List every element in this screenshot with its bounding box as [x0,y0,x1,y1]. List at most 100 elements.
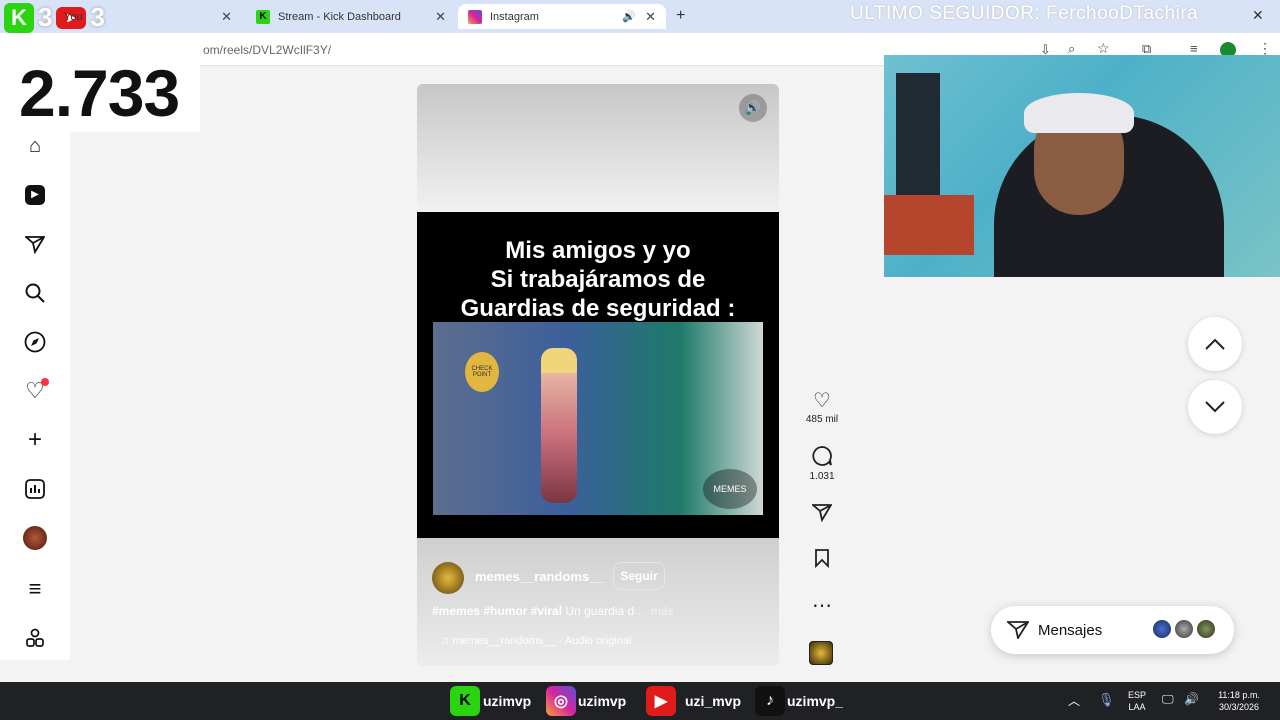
new-tab-button[interactable]: + [676,7,685,25]
reel-video[interactable]: Mis amigos y yo Si trabajáramos de Guard… [417,212,779,538]
search-icon[interactable] [21,279,49,307]
taskbar-youtube[interactable]: ▶ [646,686,676,716]
taskbar-handle: uzimvp [483,693,532,709]
more-menu-icon[interactable]: ≡ [21,575,49,603]
share-button[interactable] [800,502,844,528]
network-icon[interactable]: 🖵 [1162,692,1174,707]
taskbar-handle: uzimvp_ [787,693,844,709]
video-figure [541,348,577,503]
close-icon[interactable]: ✕ [645,9,656,25]
chevron-up-icon [1205,338,1225,350]
tab-label: Instagram [490,10,539,23]
language-indicator[interactable]: ESP LAA [1124,689,1150,713]
comment-count: 1.031 [809,471,835,482]
url-text[interactable]: om/reels/DVL2WcIlF3Y/ [203,43,331,57]
messages-label: Mensajes [1038,622,1103,639]
tab-label: You [64,10,83,23]
audio-link[interactable]: ♫ memes__randoms__ · Audio original [441,635,631,647]
volume-icon[interactable]: 🔊 [739,94,767,122]
save-button[interactable] [800,548,844,574]
language-primary: ESP [1127,690,1146,700]
like-button[interactable]: ♡ 485 mil [800,388,844,425]
music-note-icon: ♫ [441,635,450,647]
language-secondary: LAA [1128,702,1146,712]
send-icon [1005,619,1030,644]
taskbar-instagram[interactable]: ◎ [546,686,576,716]
chevron-down-icon [1205,401,1225,413]
youtube-icon: ▶ [646,686,676,716]
like-count: 485 mil [805,414,839,425]
comment-icon [800,445,844,471]
hashtags[interactable]: #memes #humor #viral [432,604,562,618]
memes-watermark: MEMES [703,469,757,509]
avatar [1151,618,1173,640]
taskbar: K uzimvp ◎ uzimvp ▶ uzi_mvp ♪ uzimvp_ ︿ … [0,682,1280,720]
window-close-icon[interactable]: ✕ [1252,7,1264,24]
instagram-sidebar: ⌂ ▶ ♡ + ≡ [0,130,70,660]
reel-description: #memes #humor #viral Un guardia d ... má… [432,604,674,618]
author-avatar[interactable] [432,562,464,594]
kick-icon: K [256,9,270,24]
dashboard-icon[interactable] [21,475,49,503]
video-caption: Mis amigos y yo Si trabajáramos de Guard… [417,236,779,323]
description-text: Un guardia d [565,604,635,618]
messages-pill[interactable]: Mensajes [991,606,1234,654]
browser-tab-bar: K 3 ▶ 3 You ✕ K Stream - Kick Dashboard … [0,0,1280,33]
instagram-icon [468,9,482,24]
date-text: 30/3/2026 [1218,702,1260,712]
caption-line: Guardias de seguridad : [460,295,736,322]
home-icon[interactable]: ⌂ [21,132,49,160]
follow-button[interactable]: Seguir [613,562,665,590]
microphone-icon[interactable]: 🎙 [1098,692,1115,708]
comment-button[interactable]: 1.031 [800,445,844,482]
tab-instagram[interactable]: Instagram 🔊 ✕ [458,4,666,29]
tab-kick-dashboard[interactable]: K Stream - Kick Dashboard ✕ [246,4,456,29]
speaker-icon[interactable]: 🔊 [622,10,636,23]
reels-icon[interactable]: ▶ [21,181,49,209]
more-link[interactable]: ... más [637,604,673,618]
volume-icon[interactable]: 🔊 [1184,692,1199,706]
profile-avatar[interactable] [21,524,49,552]
author-username[interactable]: memes__randoms__ [475,569,604,584]
messages-icon[interactable] [21,230,49,258]
reel-player[interactable]: 🔊 Mis amigos y yo Si trabajáramos de Gua… [417,84,779,666]
tab-youtube[interactable]: You ✕ [64,4,242,29]
time-text: 11:18 p.m. [1218,690,1260,700]
audio-thumbnail[interactable] [809,641,833,665]
create-icon[interactable]: + [21,426,49,454]
chevron-up-icon[interactable]: ︿ [1068,692,1080,709]
reel-top-area: 🔊 [417,84,779,212]
taskbar-handle: uzimvp [578,693,627,709]
caption-line: Si trabajáramos de [490,266,706,293]
also-from-meta-icon[interactable] [21,624,49,652]
clock[interactable]: 11:18 p.m. 30/3/2026 [1206,689,1272,713]
tab-label: Stream - Kick Dashboard [278,10,401,23]
taskbar-tiktok[interactable]: ♪ [755,686,785,716]
taskbar-handle: uzi_mvp [685,693,742,709]
instagram-icon: ◎ [546,686,576,716]
webcam-bed [884,195,974,255]
reel-info: memes__randoms__ Seguir #memes #humor #v… [417,538,779,666]
send-icon [800,502,844,528]
checkpoint-sign: CHECK POINT [465,352,499,392]
previous-reel-button[interactable] [1188,317,1242,371]
last-follower-overlay: ULTIMO SEGUIDOR: FerchooDTachira [850,3,1199,24]
ellipsis-icon: ⋯ [812,595,832,617]
media-icon[interactable]: ≡ [1190,41,1198,56]
kick-badge: 3 [38,2,53,32]
next-reel-button[interactable] [1188,380,1242,434]
more-options-button[interactable]: ⋯ [800,593,844,619]
notifications-icon[interactable]: ♡ [21,377,49,405]
tiktok-icon: ♪ [755,686,785,716]
video-clip: CHECK POINT MEMES [433,322,763,515]
audio-label: memes__randoms__ · Audio original [452,635,632,647]
heart-icon: ♡ [813,390,831,412]
notification-dot [41,378,49,386]
explore-icon[interactable] [21,328,49,356]
close-icon[interactable]: ✕ [221,9,232,25]
bookmark-icon [800,548,844,574]
kick-logo-icon: K [4,2,34,33]
taskbar-kick[interactable]: K [450,686,480,716]
close-icon[interactable]: ✕ [435,9,446,25]
avatar [1173,618,1195,640]
